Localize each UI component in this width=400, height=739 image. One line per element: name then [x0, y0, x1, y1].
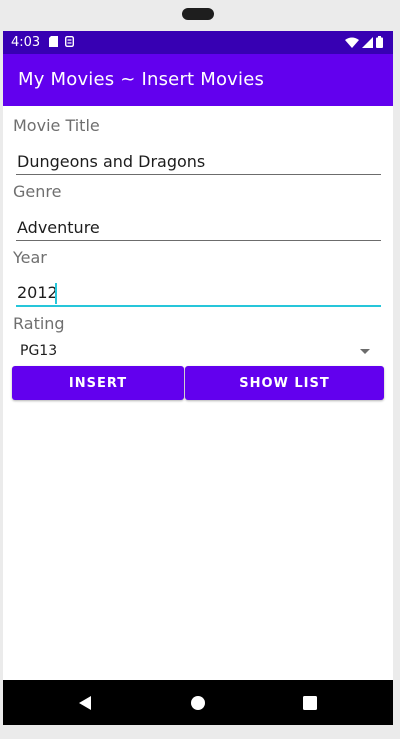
rating-selected-value: PG13 — [20, 343, 58, 359]
rating-label: Rating — [13, 314, 65, 333]
battery-icon — [376, 36, 383, 48]
status-right-icons — [345, 36, 383, 48]
home-icon — [191, 695, 205, 710]
genre-input[interactable] — [16, 214, 381, 241]
genre-label: Genre — [13, 182, 62, 201]
app-bar: My Movies ~ Insert Movies — [3, 54, 393, 106]
status-time: 4:03 — [11, 35, 41, 50]
sim-icon — [65, 36, 74, 47]
show-list-button[interactable]: SHOW LIST — [185, 366, 384, 400]
movie-title-input[interactable] — [16, 148, 381, 175]
home-button[interactable] — [168, 680, 228, 725]
insert-movie-form: Movie Title Genre Year Rating PG13 INSER… — [3, 106, 393, 680]
sd-card-icon — [49, 36, 58, 47]
camera-notch — [182, 8, 214, 20]
year-label: Year — [13, 248, 47, 267]
text-cursor — [55, 283, 57, 304]
recents-icon — [303, 695, 317, 710]
dropdown-arrow-icon — [360, 349, 370, 354]
screen: 4:03 My Movies ~ Insert Movies Movie Tit… — [3, 31, 393, 725]
recents-button[interactable] — [280, 680, 340, 725]
insert-button[interactable]: INSERT — [12, 366, 184, 400]
rating-dropdown[interactable]: PG13 — [16, 339, 380, 363]
wifi-icon — [345, 37, 359, 48]
navigation-bar — [3, 680, 393, 725]
movie-title-label: Movie Title — [13, 116, 100, 135]
back-button[interactable] — [55, 680, 115, 725]
status-left-icons — [49, 36, 74, 47]
status-bar: 4:03 — [3, 31, 393, 54]
year-input[interactable] — [16, 280, 381, 307]
signal-icon — [362, 36, 373, 48]
device-frame: 4:03 My Movies ~ Insert Movies Movie Tit… — [0, 0, 400, 739]
back-icon — [79, 695, 91, 710]
app-title: My Movies ~ Insert Movies — [18, 69, 265, 90]
